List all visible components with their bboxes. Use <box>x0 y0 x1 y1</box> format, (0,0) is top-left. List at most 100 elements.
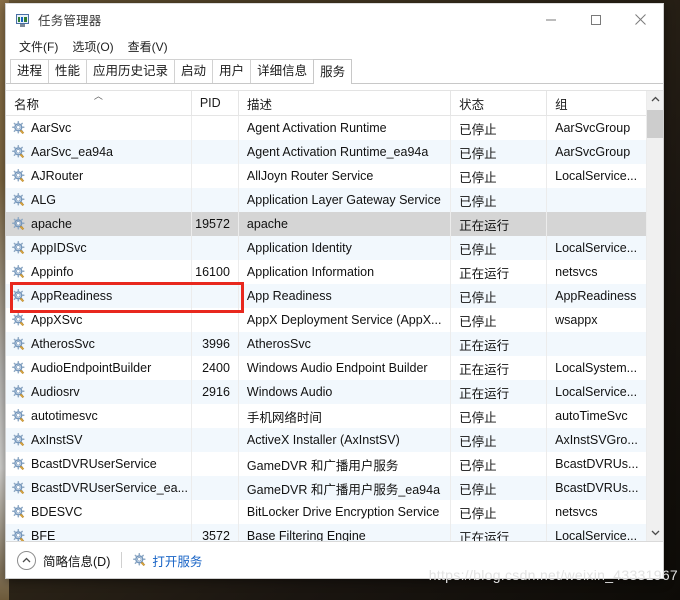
tab-services[interactable]: 服务 <box>313 59 353 84</box>
vertical-scrollbar[interactable] <box>646 91 663 541</box>
cell-name-label: AppXSvc <box>31 313 83 327</box>
cell-name: AudioEndpointBuilder <box>6 356 192 380</box>
cell-name-label: AarSvc <box>31 121 72 135</box>
service-gear-icon <box>12 433 26 447</box>
cell-desc: Application Layer Gateway Service <box>239 188 452 212</box>
cell-pid: 3572 <box>192 524 239 541</box>
task-manager-icon <box>15 12 31 28</box>
cell-name: BcastDVRUserService_ea... <box>6 476 192 500</box>
scroll-up-button[interactable] <box>647 91 663 108</box>
table-row[interactable]: AppIDSvc Application Identity 已停止 LocalServ… <box>6 236 646 260</box>
table-row[interactable]: AxInstSV ActiveX Installer (AxInstSV) 已停止 A… <box>6 428 646 452</box>
cell-group: wsappx <box>555 313 598 327</box>
column-header-name-label: 名称 <box>14 97 40 112</box>
tab-strip-filler <box>351 59 663 84</box>
cell-desc: Application Identity <box>239 236 452 260</box>
cell-pid <box>192 140 239 164</box>
cell-name: AarSvc_ea94a <box>6 140 192 164</box>
cell-group <box>547 332 646 356</box>
cell-name-label: AudioEndpointBuilder <box>31 361 152 375</box>
table-row[interactable]: BDESVC BitLocker Drive Encryption Service… <box>6 500 646 524</box>
cell-state: 已停止 <box>451 116 548 140</box>
cell-desc: Windows Audio Endpoint Builder <box>239 356 452 380</box>
cell-state: 已停止 <box>451 500 548 524</box>
cell-name-label: BFE <box>31 529 56 541</box>
fewer-details-label: 简略信息(D) <box>43 554 111 569</box>
maximize-button[interactable] <box>573 4 618 35</box>
service-gear-icon <box>12 193 26 207</box>
column-header-status[interactable]: 状态 <box>451 91 548 115</box>
cell-pid: 19572 <box>192 212 239 236</box>
table-row[interactable]: AppXSvc AppX Deployment Service (AppX... 已… <box>6 308 646 332</box>
cell-name-label: AppIDSvc <box>31 241 87 255</box>
menu-file[interactable]: 文件(F) <box>12 36 65 57</box>
column-header-pid[interactable]: PID <box>192 91 239 115</box>
service-gear-icon <box>12 241 26 255</box>
cell-name: BFE <box>6 524 192 541</box>
column-header-description[interactable]: 描述 <box>239 91 452 115</box>
table-row[interactable]: BcastDVRUserService GameDVR 和广播用户服务 已停止 Bca… <box>6 452 646 476</box>
service-gear-icon <box>12 217 26 231</box>
tab-users[interactable]: 用户 <box>212 59 252 83</box>
cell-group: BcastDVRUs... <box>555 457 639 471</box>
table-row[interactable]: Appinfo 16100 Application Information 正在运行 n… <box>6 260 646 284</box>
cell-pid: 2916 <box>192 380 239 404</box>
column-header-group[interactable]: 组 <box>547 91 646 115</box>
table-row[interactable]: AarSvc Agent Activation Runtime 已停止 AarSvcG… <box>6 116 646 140</box>
cell-desc: Agent Activation Runtime_ea94a <box>239 140 452 164</box>
table-row[interactable]: AtherosSvc 3996 AtherosSvc 正在运行 <box>6 332 646 356</box>
open-services-label: 打开服务 <box>152 554 203 569</box>
tab-app-history[interactable]: 应用历史记录 <box>86 59 176 83</box>
minimize-button[interactable] <box>528 4 573 35</box>
table-row[interactable]: autotimesvc 手机网络时间 已停止 autoTimeSvc <box>6 404 646 428</box>
tab-startup[interactable]: 启动 <box>174 59 214 83</box>
scrollbar-thumb[interactable] <box>647 110 663 138</box>
cell-name-label: apache <box>31 217 73 231</box>
cell-pid: 2400 <box>192 356 239 380</box>
cell-desc: Application Information <box>239 260 452 284</box>
open-services-link[interactable]: 打开服务 <box>133 551 202 570</box>
cell-name-label: AJRouter <box>31 169 84 183</box>
tab-processes[interactable]: 进程 <box>10 59 50 83</box>
cell-desc: 手机网络时间 <box>239 404 452 428</box>
menu-options[interactable]: 选项(O) <box>65 36 120 57</box>
table-row[interactable]: AppReadiness App Readiness 已停止 AppReadiness <box>6 284 646 308</box>
table-row[interactable]: AJRouter AllJoyn Router Service 已停止 LocalSe… <box>6 164 646 188</box>
cell-pid <box>192 476 239 500</box>
cell-desc: ActiveX Installer (AxInstSV) <box>239 428 452 452</box>
cell-name-label: AxInstSV <box>31 433 83 447</box>
watermark-text: https://blog.csdn.net/weixin_43331967 <box>428 567 678 583</box>
cell-name: Audiosrv <box>6 380 192 404</box>
cell-state: 已停止 <box>451 308 548 332</box>
column-header-name[interactable]: 名称 ︿ <box>6 91 192 115</box>
cell-name: AtherosSvc <box>6 332 192 356</box>
cell-name-label: ALG <box>31 193 57 207</box>
table-row[interactable]: BFE 3572 Base Filtering Engine 正在运行 LocalSer… <box>6 524 646 541</box>
cell-name-label: BDESVC <box>31 505 83 519</box>
menu-view[interactable]: 查看(V) <box>121 36 175 57</box>
table-row[interactable]: Audiosrv 2916 Windows Audio 正在运行 LocalServic… <box>6 380 646 404</box>
cell-desc: GameDVR 和广播用户服务_ea94a <box>239 476 452 500</box>
cell-state: 正在运行 <box>451 380 548 404</box>
table-row[interactable]: apache 19572 apache 正在运行 <box>6 212 646 236</box>
scroll-down-button[interactable] <box>647 524 663 541</box>
service-gear-icon <box>12 385 26 399</box>
table-row[interactable]: AarSvc_ea94a Agent Activation Runtime_ea9… <box>6 140 646 164</box>
cell-name-label: autotimesvc <box>31 409 98 423</box>
table-row[interactable]: BcastDVRUserService_ea... GameDVR 和广播用户服务… <box>6 476 646 500</box>
status-bar-separator <box>121 552 123 568</box>
fewer-details-button[interactable]: 简略信息(D) <box>17 550 111 570</box>
table-row[interactable]: AudioEndpointBuilder 2400 Windows Audio En… <box>6 356 646 380</box>
close-button[interactable] <box>618 4 663 35</box>
cell-name: AppReadiness <box>6 284 192 308</box>
tab-performance[interactable]: 性能 <box>48 59 88 83</box>
cell-group: LocalSystem... <box>555 361 638 375</box>
tab-details[interactable]: 详细信息 <box>250 59 315 83</box>
cell-name-label: BcastDVRUserService <box>31 457 157 471</box>
cell-name-label: AtherosSvc <box>31 337 95 351</box>
scrollbar-track[interactable] <box>647 108 663 524</box>
cell-desc: BitLocker Drive Encryption Service <box>239 500 452 524</box>
cell-name: AppXSvc <box>6 308 192 332</box>
table-row[interactable]: ALG Application Layer Gateway Service 已停止 <box>6 188 646 212</box>
service-gear-icon <box>12 529 26 541</box>
